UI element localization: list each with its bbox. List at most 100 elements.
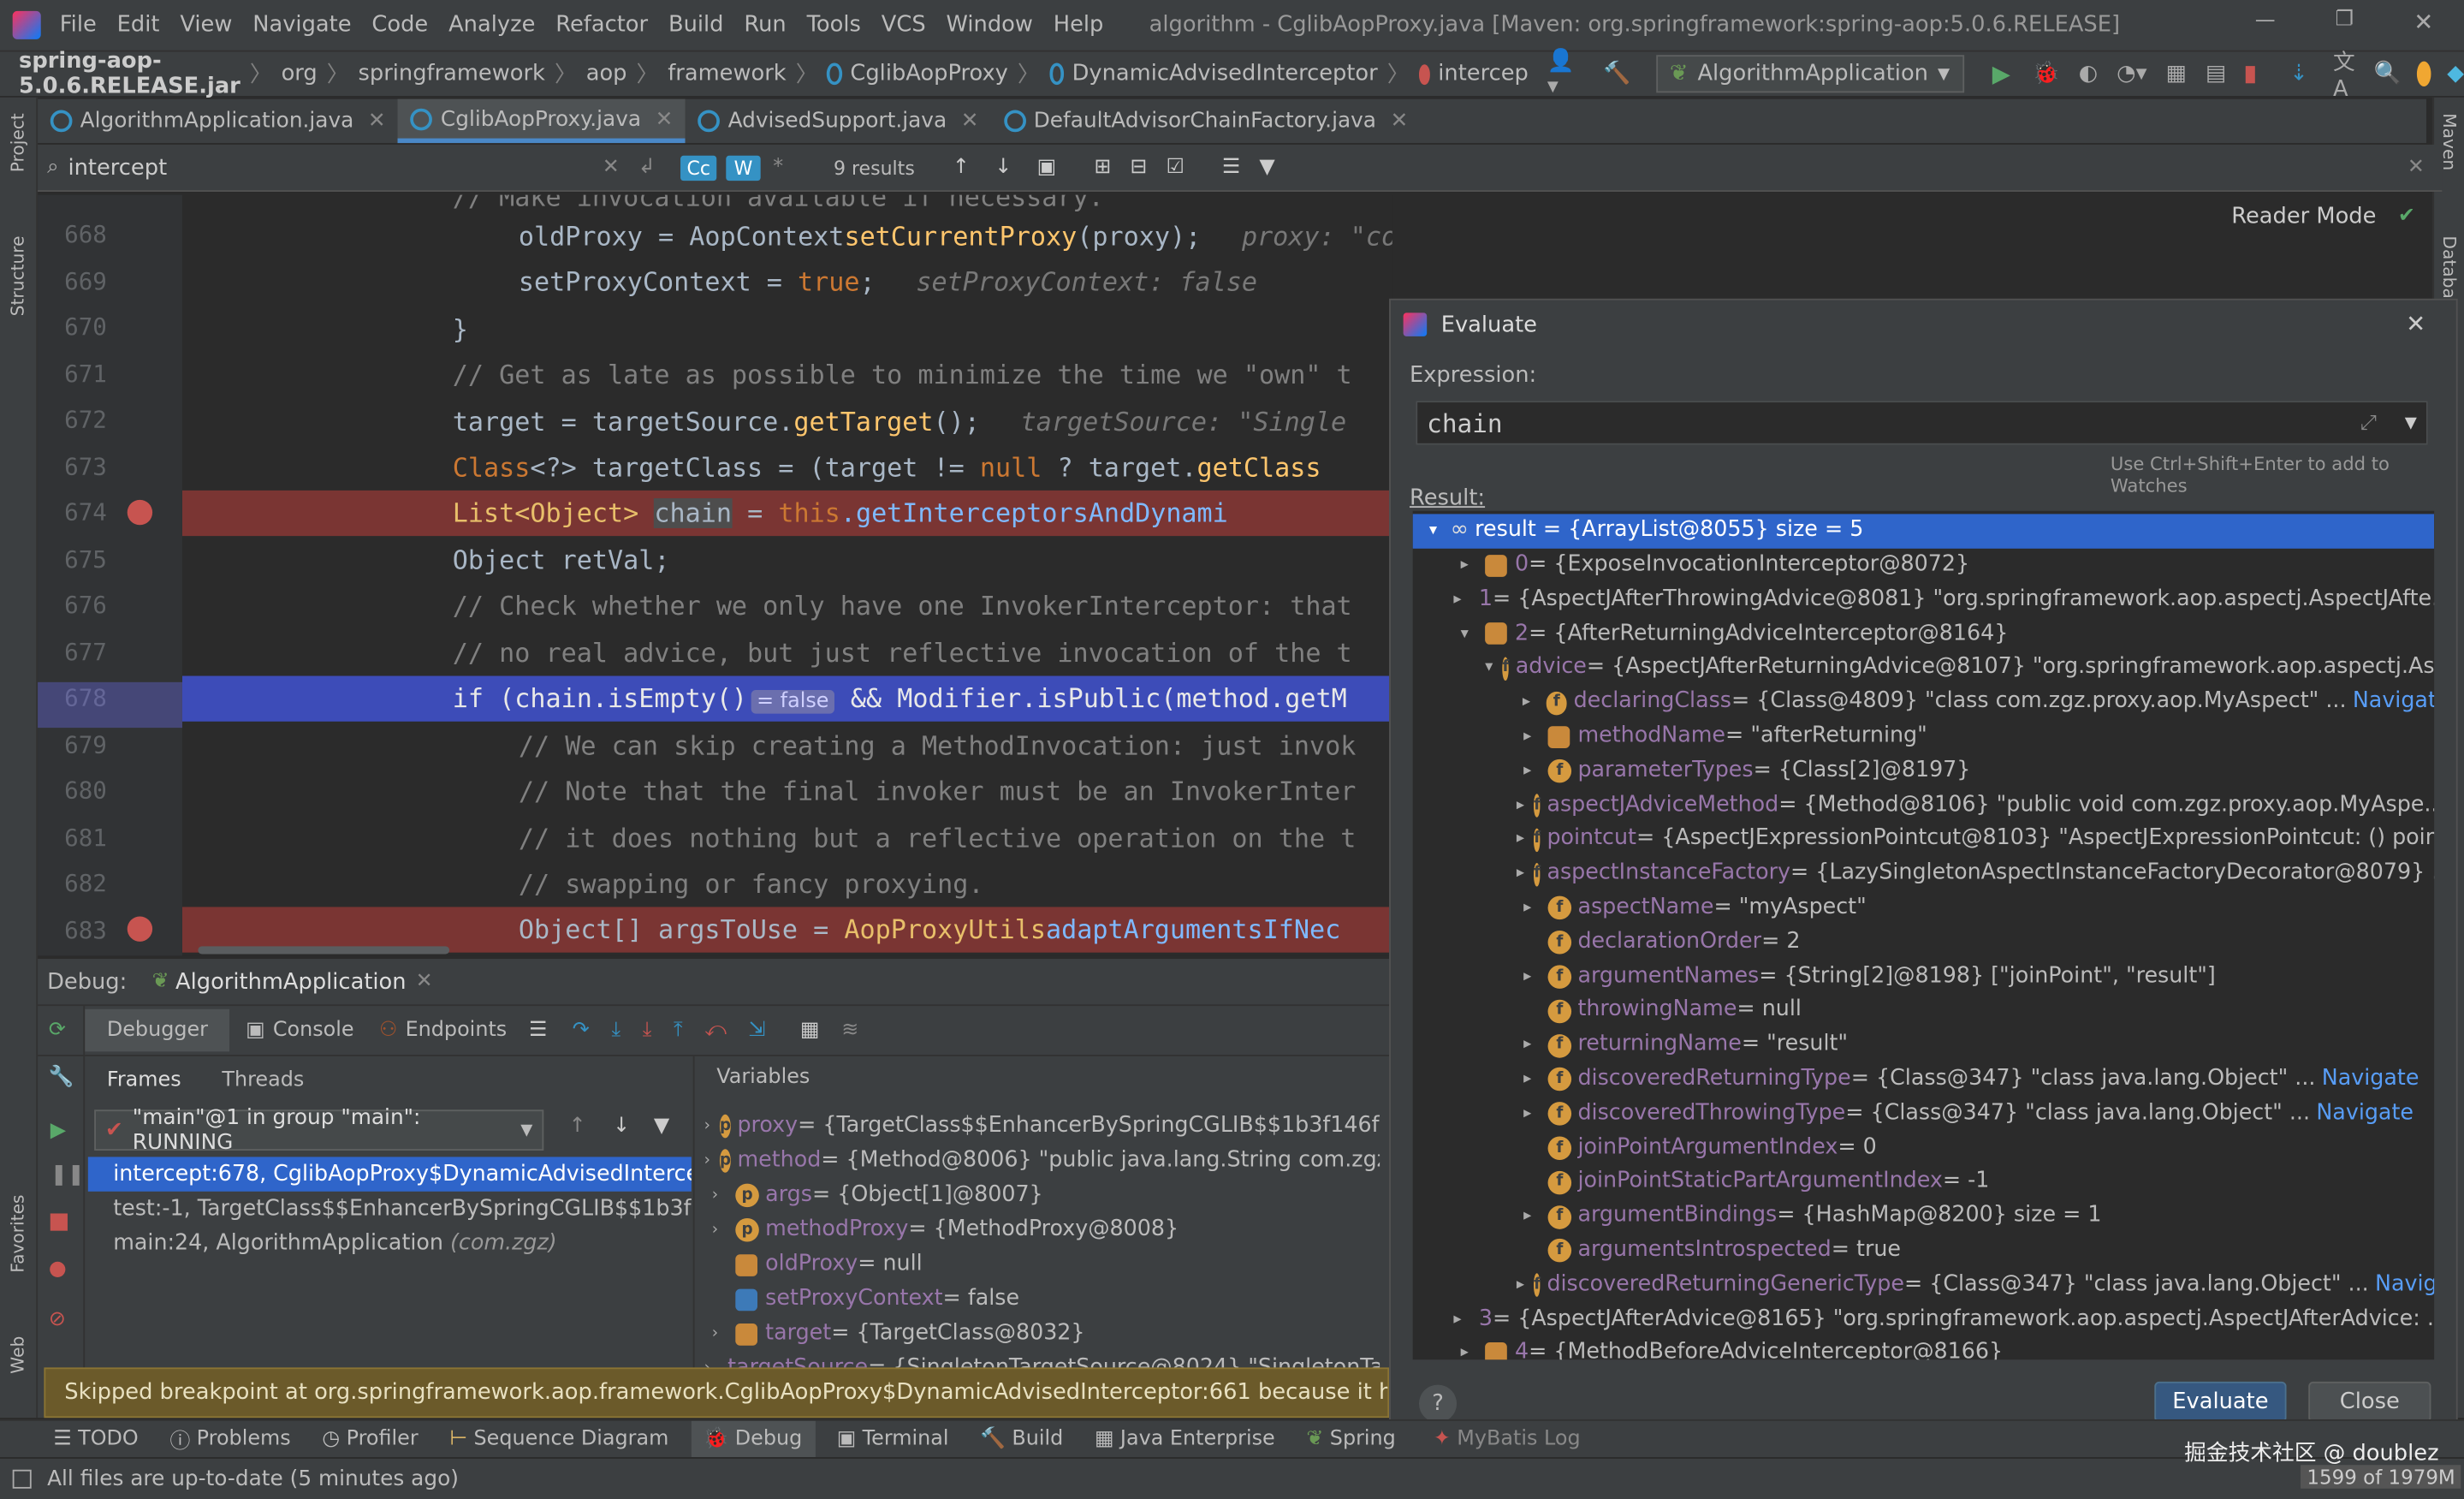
result-tree-row[interactable]: ▸ f argumentNames = {String[2]@8198} ["joi…	[1413, 960, 2434, 994]
select-all-occurrences-icon[interactable]: ☑	[1166, 156, 1184, 180]
close-tab-icon[interactable]: ✕	[1391, 109, 1409, 134]
collapsed-arrow-icon[interactable]: ▸	[1453, 583, 1461, 617]
tab-profiler[interactable]: Profiler	[347, 1427, 419, 1451]
tool-structure[interactable]: Structure	[8, 235, 28, 316]
tab-cglib-aop-proxy[interactable]: CglibAopProxy.java ✕	[398, 98, 686, 144]
expanded-arrow-icon[interactable]: ▾	[1485, 651, 1493, 686]
variable-row[interactable]: › p methodProxy = {MethodProxy@8008}	[704, 1213, 1380, 1247]
result-tree-row[interactable]: ▸ f aspectName = "myAspect"	[1413, 891, 2434, 925]
memory-indicator[interactable]: 1599 of 1979M	[2301, 1465, 2462, 1489]
thread-selector[interactable]: ✔ "main"@1 in group "main": RUNNING ▼	[94, 1105, 544, 1156]
collapsed-arrow-icon[interactable]: ▸	[1517, 1028, 1539, 1062]
menu-help[interactable]: Help	[1054, 13, 1104, 38]
close-tab-icon[interactable]: ✕	[656, 106, 674, 131]
reload-icon[interactable]: ▤	[2206, 62, 2226, 86]
menu-code[interactable]: Code	[371, 13, 428, 38]
profile-icon[interactable]: ◔▾	[2117, 62, 2146, 86]
pause-icon[interactable]: ❚❚	[50, 1163, 85, 1187]
menu-vcs[interactable]: VCS	[882, 13, 926, 38]
result-tree-row[interactable]: ▸ f discoveredReturningGenericType = {Clas…	[1413, 1268, 2434, 1302]
expression-input[interactable]: chain ⤢ ▼	[1416, 401, 2428, 445]
breakpoint-icon[interactable]	[127, 916, 153, 942]
result-tree-row[interactable]: ▸ f parameterTypes = {Class[2]@8197}	[1413, 754, 2434, 788]
tab-debugger[interactable]: Debugger	[85, 1008, 230, 1052]
tab-default-advisor-chain-factory[interactable]: DefaultAdvisorChainFactory.java ✕	[991, 99, 1421, 143]
result-tree-row[interactable]: f throwingName = null	[1413, 994, 2434, 1028]
maximize-icon[interactable]: ❐	[2335, 8, 2353, 32]
filter-frames-icon[interactable]: ▼	[654, 1115, 669, 1139]
step-out-icon[interactable]: ⤒	[674, 1019, 683, 1043]
variable-row[interactable]: setProxyContext = false	[704, 1282, 1380, 1317]
previous-occurrence-icon[interactable]: ↑	[953, 156, 970, 180]
tool-web[interactable]: Web	[8, 1336, 28, 1374]
open-in-window-icon[interactable]: ▣	[1037, 156, 1057, 180]
collapsed-arrow-icon[interactable]: ▸	[1453, 1302, 1461, 1336]
horizontal-scrollbar[interactable]	[198, 946, 450, 955]
result-tree-row[interactable]: ▸ 4 = {MethodBeforeAdviceInterceptor@8166…	[1413, 1336, 2434, 1360]
collapsed-arrow-icon[interactable]: ▸	[1517, 891, 1539, 925]
search-input[interactable]: intercept	[68, 155, 602, 180]
next-occurrence-icon[interactable]: ↓	[995, 156, 1012, 180]
menu-edit[interactable]: Edit	[117, 13, 160, 38]
expand-icon[interactable]: ⤢	[2360, 411, 2377, 435]
attach-icon[interactable]: ▦	[2166, 62, 2187, 86]
rerun-icon[interactable]: ⟳	[49, 1019, 66, 1043]
tab-advised-support[interactable]: AdvisedSupport.java ✕	[686, 99, 991, 143]
breakpoint-icon[interactable]	[127, 499, 153, 526]
collapsed-arrow-icon[interactable]: ▸	[1453, 1336, 1475, 1360]
variable-row[interactable]: › target = {TargetClass@8032}	[704, 1318, 1380, 1352]
collapsed-arrow-icon[interactable]: ▸	[1517, 960, 1539, 994]
navigate-link[interactable]: Navigate	[2353, 686, 2434, 720]
result-tree-row[interactable]: ▸ f returningName = "result"	[1413, 1028, 2434, 1062]
result-tree-row[interactable]: ▾ f advice = {AspectJAfterReturningAdvice@…	[1413, 651, 2434, 686]
frame-item-selected[interactable]: intercept:678, CglibAopProxy$DynamicAdvi…	[87, 1157, 692, 1192]
plugin-icon[interactable]: ◆	[2447, 62, 2464, 86]
collapsed-arrow-icon[interactable]: ▸	[1517, 754, 1539, 788]
layout-icon[interactable]: ☰	[529, 1019, 547, 1043]
remove-occurrence-icon[interactable]: ⊟	[1130, 156, 1147, 180]
stop-icon[interactable]	[2245, 65, 2255, 83]
tab-endpoints[interactable]: Endpoints	[406, 1019, 508, 1043]
breadcrumb-springframework[interactable]: springframework	[358, 62, 544, 86]
result-tree-row[interactable]: f argumentsIntrospected = true	[1413, 1234, 2434, 1268]
run-config-select[interactable]: ❦ AlgorithmApplication ▼	[1655, 55, 1964, 93]
breadcrumb-inner-class[interactable]: DynamicAdvisedInterceptor	[1072, 62, 1378, 86]
navigate-link[interactable]: Navigate	[2375, 1268, 2434, 1302]
code-editor[interactable]: // Make invocation available if necessar…	[181, 194, 1392, 956]
frame-item[interactable]: test:-1, TargetClass$$EnhancerBySpringCG…	[88, 1192, 692, 1226]
result-root-row[interactable]: ▾ ∞ result = {ArrayList@8055} size = 5	[1412, 514, 2435, 549]
menu-run[interactable]: Run	[744, 13, 786, 38]
step-over-icon[interactable]: ↷	[573, 1019, 590, 1043]
close-button[interactable]: Close	[2308, 1381, 2431, 1423]
result-tree-row[interactable]: ▸ 0 = {ExposeInvocationInterceptor@8072}	[1413, 549, 2434, 583]
breadcrumb-method[interactable]: intercep	[1438, 62, 1529, 86]
breadcrumb-org[interactable]: org	[282, 62, 318, 86]
menu-file[interactable]: File	[60, 13, 97, 38]
tab-spring[interactable]: Spring	[1330, 1427, 1396, 1451]
status-toggle-icon[interactable]	[12, 1469, 32, 1489]
menu-tools[interactable]: Tools	[807, 13, 861, 38]
trace-icon[interactable]: ≋	[841, 1019, 858, 1043]
run-to-cursor-icon[interactable]: ⇲	[749, 1019, 766, 1043]
menu-view[interactable]: View	[180, 13, 232, 38]
breadcrumb-jar[interactable]: spring-aop-5.0.6.RELEASE.jar	[19, 49, 240, 99]
add-occurrence-icon[interactable]: ⊞	[1094, 156, 1111, 180]
match-case-toggle[interactable]: Cc	[680, 154, 717, 181]
translate-icon[interactable]: 文A	[2333, 45, 2355, 103]
stop-debug-icon[interactable]	[50, 1213, 68, 1231]
navigate-link[interactable]: Navigate	[2322, 1062, 2419, 1097]
mute-breakpoints-icon[interactable]: ⊘	[49, 1308, 66, 1332]
run-icon[interactable]: ▶	[1992, 60, 2010, 88]
tab-threads[interactable]: Threads	[203, 1068, 323, 1092]
tab-algorithm-application[interactable]: AlgorithmApplication.java ✕	[38, 99, 398, 143]
breadcrumb-aop[interactable]: aop	[586, 62, 627, 86]
user-icon[interactable]: 👤▾	[1547, 49, 1575, 99]
close-find-icon[interactable]: ✕	[2408, 156, 2425, 180]
menu-window[interactable]: Window	[947, 13, 1033, 38]
resume-icon[interactable]: ▶	[50, 1119, 66, 1143]
minimize-icon[interactable]: —	[2255, 9, 2276, 33]
tab-terminal[interactable]: Terminal	[863, 1427, 949, 1451]
close-window-icon[interactable]: ✕	[2414, 8, 2433, 36]
close-tab-icon[interactable]: ✕	[961, 109, 979, 134]
search-everywhere-icon[interactable]: 🔍	[2374, 62, 2402, 86]
